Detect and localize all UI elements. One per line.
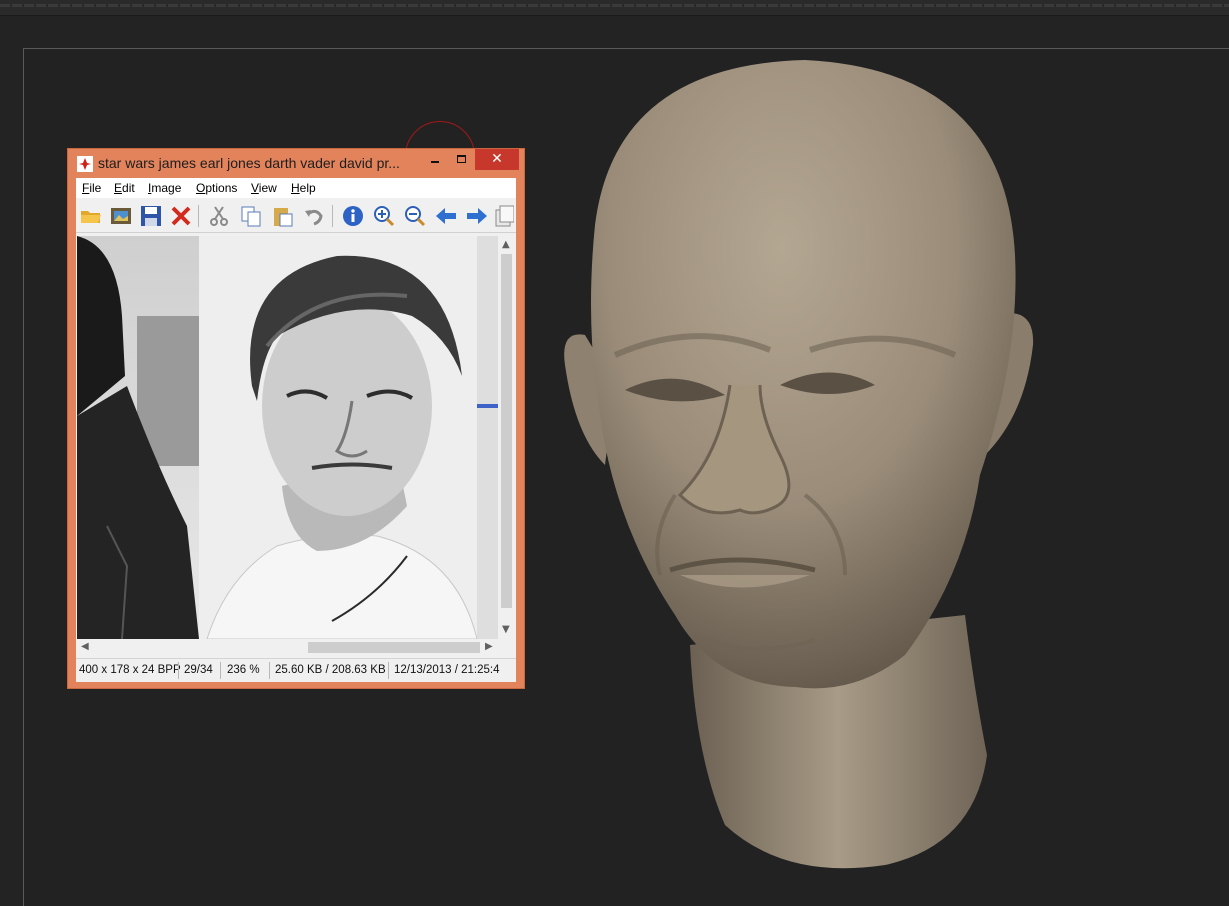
horizontal-scroll-thumb[interactable]	[308, 642, 480, 653]
previous-arrow-icon[interactable]	[434, 204, 458, 228]
title-bar[interactable]: star wars james earl jones darth vader d…	[68, 149, 524, 177]
next-arrow-icon[interactable]	[465, 204, 489, 228]
copy-icon[interactable]	[239, 204, 263, 228]
toolbar	[76, 199, 516, 233]
toolbar-separator	[332, 205, 333, 227]
maximize-button[interactable]	[448, 149, 474, 170]
menu-bar: File Edit Image Options View Help	[76, 178, 516, 198]
maximize-icon	[456, 155, 466, 163]
minimize-icon	[431, 161, 439, 163]
menu-options[interactable]: Options	[196, 181, 237, 195]
status-dimensions: 400 x 178 x 24 BPP	[79, 664, 181, 676]
close-icon: ✕	[491, 151, 503, 167]
paste-icon[interactable]	[271, 204, 295, 228]
horizontal-scrollbar[interactable]: ◀ ▶	[77, 639, 498, 656]
scroll-left-icon[interactable]: ◀	[81, 642, 89, 652]
zoom-in-icon[interactable]	[372, 204, 396, 228]
menu-image[interactable]: Image	[148, 181, 181, 195]
app-icon	[77, 156, 93, 172]
menu-edit[interactable]: Edit	[114, 181, 135, 195]
window-title: star wars james earl jones darth vader d…	[98, 155, 400, 171]
scroll-up-icon[interactable]: ▲	[502, 240, 510, 250]
window-client: File Edit Image Options View Help ▲ ▼ ◀ …	[76, 178, 516, 682]
info-icon[interactable]	[341, 204, 365, 228]
status-file-size: 25.60 KB / 208.63 KB	[275, 664, 386, 676]
status-separator	[220, 662, 221, 679]
scroll-down-icon[interactable]: ▼	[502, 625, 510, 635]
cut-icon[interactable]	[207, 204, 231, 228]
status-separator	[178, 662, 179, 679]
scroll-right-icon[interactable]: ▶	[485, 642, 493, 652]
menu-file[interactable]: File	[82, 181, 101, 195]
menu-view[interactable]: View	[251, 181, 277, 195]
sculpted-head-model[interactable]	[555, 55, 1045, 875]
top-toolbar-strip	[0, 0, 1229, 16]
slideshow-icon[interactable]	[109, 204, 133, 228]
minimize-button[interactable]	[422, 149, 448, 170]
toolbar-dots	[0, 4, 1229, 7]
toolbar-separator	[198, 205, 199, 227]
delete-icon[interactable]	[169, 204, 193, 228]
photo-darth-vader-and-actor	[77, 236, 498, 639]
menu-help[interactable]: Help	[291, 181, 316, 195]
zoom-out-icon[interactable]	[403, 204, 427, 228]
vertical-scrollbar[interactable]: ▲ ▼	[498, 236, 515, 639]
vertical-scroll-thumb[interactable]	[501, 254, 512, 608]
status-bar: 400 x 178 x 24 BPP 29/34 236 % 25.60 KB …	[76, 658, 516, 682]
status-separator	[388, 662, 389, 679]
undo-icon[interactable]	[302, 204, 326, 228]
image-view[interactable]	[77, 236, 498, 639]
copy-to-icon[interactable]	[494, 204, 514, 228]
status-separator	[269, 662, 270, 679]
image-viewer-window[interactable]: star wars james earl jones darth vader d…	[67, 148, 525, 689]
status-datetime: 12/13/2013 / 21:25:4	[394, 664, 500, 676]
status-zoom: 236 %	[227, 664, 260, 676]
close-button[interactable]: ✕	[475, 149, 519, 170]
save-icon[interactable]	[139, 204, 163, 228]
open-folder-icon[interactable]	[79, 204, 103, 228]
status-index: 29/34	[184, 664, 213, 676]
